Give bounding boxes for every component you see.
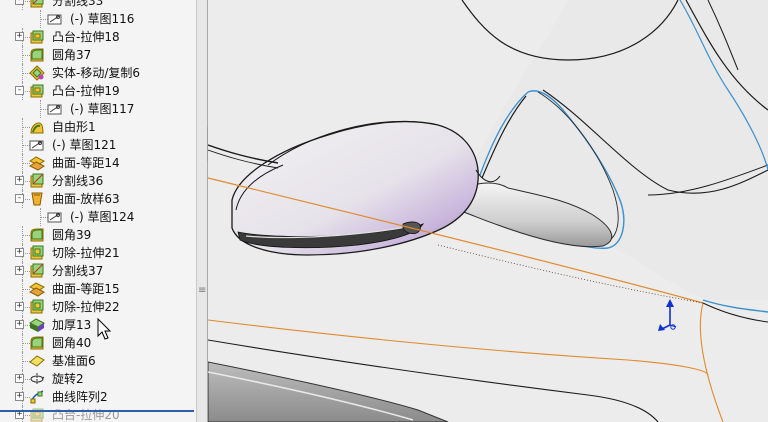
feature-manager-tree[interactable]: - 分割线33 (-) 草图116 + 凸台-拉伸18 圆角37 实体-移动/复制6 - 凸台-… (0, 0, 196, 422)
feature-label: 旋转2 (52, 372, 84, 386)
expand-button[interactable]: + (15, 392, 24, 401)
feature-label: 分割线33 (52, 0, 104, 8)
feature-label: 切除-拉伸21 (52, 246, 120, 260)
feature-label: 自由形1 (52, 120, 96, 134)
feature-label: 圆角39 (52, 228, 92, 242)
sketch-icon (47, 11, 63, 27)
model-canvas (208, 0, 768, 422)
feature-tree-item[interactable]: 自由形1 (0, 118, 196, 136)
feature-tree-item[interactable]: - 凸台-拉伸19 (0, 82, 196, 100)
cut-extrude-icon (29, 245, 45, 261)
freeform-icon (29, 119, 45, 135)
offset-surface-icon (29, 281, 45, 297)
feature-label: 分割线36 (52, 174, 104, 188)
boss-extrude-icon (29, 29, 45, 45)
collapse-button[interactable]: - (15, 194, 24, 203)
feature-label: 切除-拉伸22 (52, 300, 120, 314)
fillet-icon (29, 335, 45, 351)
feature-tree-item[interactable]: (-) 草图121 (0, 136, 196, 154)
feature-label: 基准面6 (52, 354, 96, 368)
feature-tree-item[interactable]: - 曲面-放样63 (0, 190, 196, 208)
feature-tree-list: - 分割线33 (-) 草图116 + 凸台-拉伸18 圆角37 实体-移动/复制6 - 凸台-… (0, 0, 196, 422)
cut-extrude-icon (29, 299, 45, 315)
revolve-icon (29, 371, 45, 387)
feature-tree-item[interactable]: 曲面-等距15 (0, 280, 196, 298)
expand-button[interactable]: + (15, 32, 24, 41)
expand-button[interactable]: + (15, 248, 24, 257)
feature-label: 分割线37 (52, 264, 104, 278)
feature-tree-item[interactable]: (-) 草图117 (0, 100, 196, 118)
feature-tree-item[interactable]: 圆角37 (0, 46, 196, 64)
split-line-icon (29, 0, 45, 9)
lower-curve-orange (208, 319, 709, 376)
expand-button[interactable]: + (15, 302, 24, 311)
splitter-grip-icon[interactable]: ≡ (198, 286, 206, 296)
coordinate-triad-icon (658, 299, 677, 331)
feature-label: 曲面-等距15 (52, 282, 120, 296)
sketch-icon (47, 101, 63, 117)
collapse-button[interactable]: - (15, 0, 24, 5)
collapse-button[interactable]: - (15, 86, 24, 95)
feature-label: 实体-移动/复制6 (52, 66, 141, 80)
feature-label: (-) 草图116 (70, 12, 135, 26)
feature-tree-item[interactable]: + 旋转2 (0, 370, 196, 388)
split-line-icon (29, 173, 45, 189)
sketch-icon (29, 137, 45, 153)
expand-button[interactable]: + (15, 374, 24, 383)
expand-button[interactable]: + (15, 320, 24, 329)
mouse-cursor-icon (97, 317, 113, 342)
feature-label: 加厚13 (52, 318, 92, 332)
feature-tree-item[interactable]: + 凸台-拉伸18 (0, 28, 196, 46)
feature-tree-item[interactable]: + 切除-拉伸22 (0, 298, 196, 316)
fillet-icon (29, 47, 45, 63)
feature-tree-item[interactable]: + 分割线37 (0, 262, 196, 280)
sketch-icon (47, 209, 63, 225)
feature-label: (-) 草图124 (70, 210, 135, 224)
sill-curve-blue (702, 299, 768, 313)
feature-label: (-) 草图117 (70, 102, 135, 116)
solidworks-window: - 分割线33 (-) 草图116 + 凸台-拉伸18 圆角37 实体-移动/复制6 - 凸台-… (0, 0, 768, 422)
feature-label: 曲面-等距14 (52, 156, 120, 170)
feature-label: 圆角37 (52, 48, 92, 62)
feature-tree-item[interactable]: - 分割线33 (0, 0, 196, 10)
feature-label: 凸台-拉伸18 (52, 30, 120, 44)
fender-curve-orange (699, 302, 724, 422)
feature-tree-item[interactable]: + 分割线36 (0, 172, 196, 190)
feature-tree-item[interactable]: (-) 草图116 (0, 10, 196, 28)
feature-label: 凸台-拉伸20 (52, 408, 120, 422)
graphics-viewport[interactable] (208, 0, 768, 422)
offset-surface-icon (29, 155, 45, 171)
loft-surface-icon (29, 191, 45, 207)
feature-tree-item[interactable]: + 曲线阵列2 (0, 388, 196, 406)
feature-label: 曲线阵列2 (52, 390, 108, 404)
boss-extrude-icon (29, 83, 45, 99)
curve-pattern-icon (29, 389, 45, 405)
feature-tree-item[interactable]: 实体-移动/复制6 (0, 64, 196, 82)
feature-label: 曲面-放样63 (52, 192, 120, 206)
expand-button[interactable]: + (15, 176, 24, 185)
thicken-icon (29, 317, 45, 333)
feature-label: 凸台-拉伸19 (52, 84, 120, 98)
feature-label: 圆角40 (52, 336, 92, 350)
feature-tree-item[interactable]: + 切除-拉伸21 (0, 244, 196, 262)
feature-label: (-) 草图121 (52, 138, 117, 152)
move-copy-body-icon (29, 65, 45, 81)
split-line-icon (29, 263, 45, 279)
feature-tree-item[interactable]: + 凸台-拉伸20 (0, 406, 196, 422)
rollback-bar[interactable] (0, 410, 194, 412)
feature-tree-item[interactable]: 曲面-等距14 (0, 154, 196, 172)
feature-tree-item[interactable]: (-) 草图124 (0, 208, 196, 226)
feature-tree-item[interactable]: 基准面6 (0, 352, 196, 370)
feature-tree-item[interactable]: 圆角39 (0, 226, 196, 244)
panel-splitter[interactable] (196, 0, 208, 422)
expand-button[interactable]: + (15, 266, 24, 275)
reference-plane-icon (29, 353, 45, 369)
fillet-icon (29, 227, 45, 243)
